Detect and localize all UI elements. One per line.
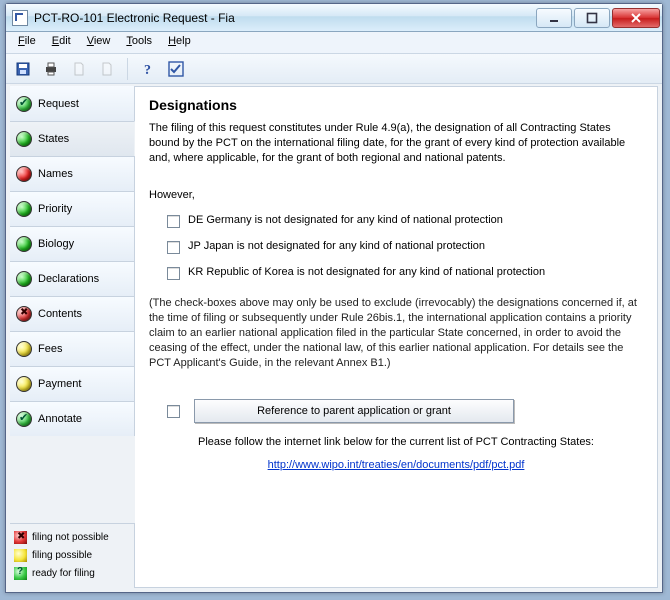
exclusion-label: KR Republic of Korea is not designated f… xyxy=(188,266,545,278)
print-button[interactable] xyxy=(40,58,62,80)
close-button[interactable] xyxy=(612,8,660,28)
status-icon xyxy=(16,271,32,287)
status-icon xyxy=(16,96,32,112)
contracting-states-link[interactable]: http://www.wipo.int/treaties/en/document… xyxy=(268,459,525,471)
checkbox-jp[interactable] xyxy=(167,241,180,254)
svg-text:?: ? xyxy=(144,63,151,77)
legend-not-icon xyxy=(14,531,27,544)
exclusion-label: JP Japan is not designated for any kind … xyxy=(188,240,485,252)
minimize-button[interactable] xyxy=(536,8,572,28)
status-icon xyxy=(16,236,32,252)
menu-edit[interactable]: Edit xyxy=(44,32,79,53)
app-window: PCT-RO-101 Electronic Request - Fia File… xyxy=(5,3,663,593)
menubar: File Edit View Tools Help xyxy=(6,32,662,54)
menu-help[interactable]: Help xyxy=(160,32,199,53)
content-panel: Designations The filing of this request … xyxy=(135,86,658,588)
status-icon xyxy=(16,306,32,322)
status-icon xyxy=(16,341,32,357)
sidebar-item-annotate[interactable]: Annotate xyxy=(10,401,135,436)
legend: filing not possible filing possible read… xyxy=(10,523,135,588)
exclusion-row-kr: KR Republic of Korea is not designated f… xyxy=(167,266,643,280)
exclusion-row-de: DE Germany is not designated for any kin… xyxy=(167,214,643,228)
titlebar[interactable]: PCT-RO-101 Electronic Request - Fia xyxy=(6,4,662,32)
exclusion-row-jp: JP Japan is not designated for any kind … xyxy=(167,240,643,254)
sidebar-item-declarations[interactable]: Declarations xyxy=(10,261,135,296)
help-button[interactable]: ? xyxy=(137,58,159,80)
checkbox-kr[interactable] xyxy=(167,267,180,280)
app-icon xyxy=(12,10,28,26)
page-title: Designations xyxy=(149,97,643,113)
status-icon xyxy=(16,201,32,217)
checkbox-reference[interactable] xyxy=(167,405,180,418)
note-text: (The check-boxes above may only be used … xyxy=(149,296,643,370)
menu-view[interactable]: View xyxy=(79,32,119,53)
legend-ok-icon xyxy=(14,549,27,562)
maximize-button[interactable] xyxy=(574,8,610,28)
menu-file[interactable]: File xyxy=(10,32,44,53)
window-title: PCT-RO-101 Electronic Request - Fia xyxy=(34,11,536,25)
exclusion-label: DE Germany is not designated for any kin… xyxy=(188,214,503,226)
menu-tools[interactable]: Tools xyxy=(118,32,160,53)
sidebar-item-states[interactable]: States xyxy=(10,121,135,156)
doc-b-button xyxy=(96,58,118,80)
footer-text: Please follow the internet link below fo… xyxy=(149,435,643,450)
toolbar: ? xyxy=(6,54,662,84)
exclusion-list: DE Germany is not designated for any kin… xyxy=(167,214,643,280)
status-icon xyxy=(16,131,32,147)
reference-button[interactable]: Reference to parent application or grant xyxy=(194,399,514,423)
sidebar: Request States Names Priority Biology xyxy=(10,86,135,588)
however-text: However, xyxy=(149,188,643,203)
status-icon xyxy=(16,411,32,427)
sidebar-item-priority[interactable]: Priority xyxy=(10,191,135,226)
sidebar-item-request[interactable]: Request xyxy=(10,86,135,121)
save-button[interactable] xyxy=(12,58,34,80)
status-icon xyxy=(16,166,32,182)
legend-ready-icon xyxy=(14,567,27,580)
sidebar-item-contents[interactable]: Contents xyxy=(10,296,135,331)
sidebar-item-payment[interactable]: Payment xyxy=(10,366,135,401)
intro-text: The filing of this request constitutes u… xyxy=(149,121,643,166)
status-icon xyxy=(16,376,32,392)
check-button[interactable] xyxy=(165,58,187,80)
sidebar-item-fees[interactable]: Fees xyxy=(10,331,135,366)
doc-a-button xyxy=(68,58,90,80)
sidebar-item-biology[interactable]: Biology xyxy=(10,226,135,261)
sidebar-item-names[interactable]: Names xyxy=(10,156,135,191)
checkbox-de[interactable] xyxy=(167,215,180,228)
toolbar-separator xyxy=(127,58,128,80)
